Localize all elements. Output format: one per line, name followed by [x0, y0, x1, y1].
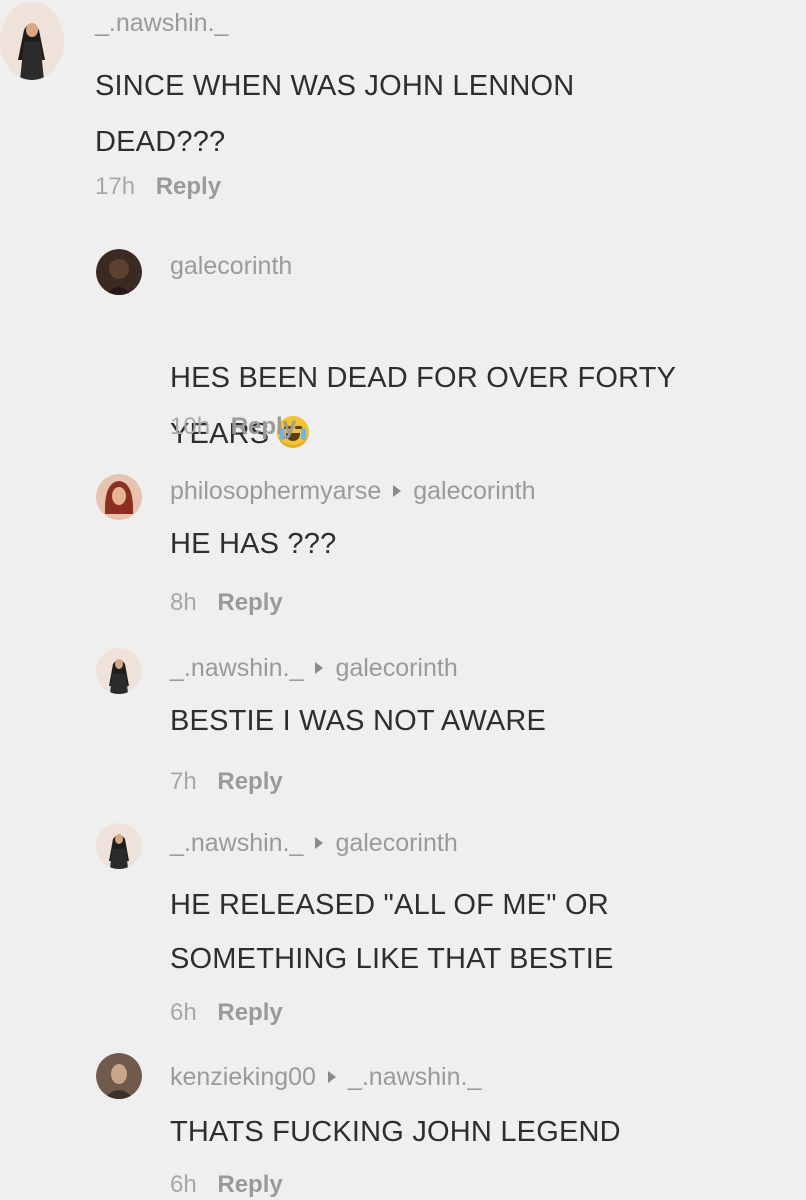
comment-item: _.nawshin._ galecorinth BESTIE I WAS NOT… — [0, 645, 806, 810]
comment-item: _.nawshin._ SINCE WHEN WAS JOHN LENNON D… — [0, 0, 806, 210]
profile-avatar-icon — [0, 2, 64, 80]
avatar[interactable] — [0, 2, 64, 80]
comment-text: THATS FUCKING JOHN LEGEND — [170, 1116, 621, 1148]
profile-avatar-icon — [96, 823, 142, 869]
comment-username-row: kenzieking00 _.nawshin._ — [170, 1062, 481, 1092]
profile-avatar-icon — [96, 249, 142, 295]
caret-right-icon — [393, 485, 402, 497]
reply-button[interactable]: Reply — [217, 999, 282, 1026]
avatar[interactable] — [96, 249, 142, 295]
comment-meta: 7h Reply — [170, 767, 283, 797]
comment-text: SINCE WHEN WAS JOHN LENNON DEAD??? — [95, 70, 575, 158]
comment-meta: 6h Reply — [170, 998, 283, 1028]
profile-avatar-icon — [96, 1053, 142, 1099]
caret-right-icon — [315, 662, 324, 674]
reply-button[interactable]: Reply — [217, 589, 282, 616]
comment-item: philosophermyarse galecorinth HE HAS ???… — [0, 470, 806, 630]
comment-time: 6h — [170, 999, 197, 1026]
comment-meta: 17h Reply — [95, 172, 221, 202]
comment-username-row: galecorinth — [170, 251, 292, 281]
avatar[interactable] — [96, 1053, 142, 1099]
reply-to-username[interactable]: galecorinth — [335, 828, 457, 858]
avatar[interactable] — [96, 474, 142, 520]
reply-button[interactable]: Reply — [217, 1171, 282, 1198]
comment-text: BESTIE I WAS NOT AWARE — [170, 705, 547, 737]
comment-meta: 8h Reply — [170, 588, 283, 618]
comment-time: 17h — [95, 173, 136, 200]
comment-time: 8h — [170, 589, 197, 616]
comment-thread: _.nawshin._ SINCE WHEN WAS JOHN LENNON D… — [0, 0, 806, 1200]
comment-meta: 6h Reply — [170, 1170, 283, 1200]
caret-right-icon — [315, 837, 324, 849]
username[interactable]: _.nawshin._ — [170, 653, 303, 683]
avatar[interactable] — [96, 823, 142, 869]
reply-button[interactable]: Reply — [217, 768, 282, 795]
comment-item: _.nawshin._ galecorinth HE RELEASED "ALL… — [0, 818, 806, 1038]
comment-time: 7h — [170, 768, 197, 795]
comment-time: 6h — [170, 1171, 197, 1198]
comment-username-row: _.nawshin._ galecorinth — [170, 828, 458, 858]
comment-item: galecorinth HES BEEN DEAD FOR OVER FORTY… — [0, 236, 806, 456]
caret-right-icon — [327, 1071, 336, 1083]
reply-button[interactable]: Reply — [156, 173, 221, 200]
comment-text: HE RELEASED "ALL OF ME" OR SOMETHING LIK… — [170, 889, 614, 975]
reply-to-username[interactable]: _.nawshin._ — [348, 1062, 481, 1092]
reply-button[interactable]: Reply — [231, 413, 296, 440]
comment-item: kenzieking00 _.nawshin._ THATS FUCKING J… — [0, 1050, 806, 1200]
comment-meta: 10h Reply — [170, 412, 296, 442]
comment-username-row: _.nawshin._ — [95, 8, 228, 38]
username[interactable]: philosophermyarse — [170, 476, 381, 506]
profile-avatar-icon — [96, 648, 142, 694]
username[interactable]: _.nawshin._ — [95, 8, 228, 38]
profile-avatar-icon — [96, 474, 142, 520]
reply-to-username[interactable]: galecorinth — [413, 476, 535, 506]
username[interactable]: _.nawshin._ — [170, 828, 303, 858]
username[interactable]: galecorinth — [170, 251, 292, 281]
comment-time: 10h — [170, 413, 211, 440]
comment-username-row: philosophermyarse galecorinth — [170, 476, 536, 506]
comment-username-row: _.nawshin._ galecorinth — [170, 653, 458, 683]
reply-to-username[interactable]: galecorinth — [335, 653, 457, 683]
avatar[interactable] — [96, 648, 142, 694]
comment-text: HE HAS ??? — [170, 528, 337, 560]
username[interactable]: kenzieking00 — [170, 1062, 316, 1092]
